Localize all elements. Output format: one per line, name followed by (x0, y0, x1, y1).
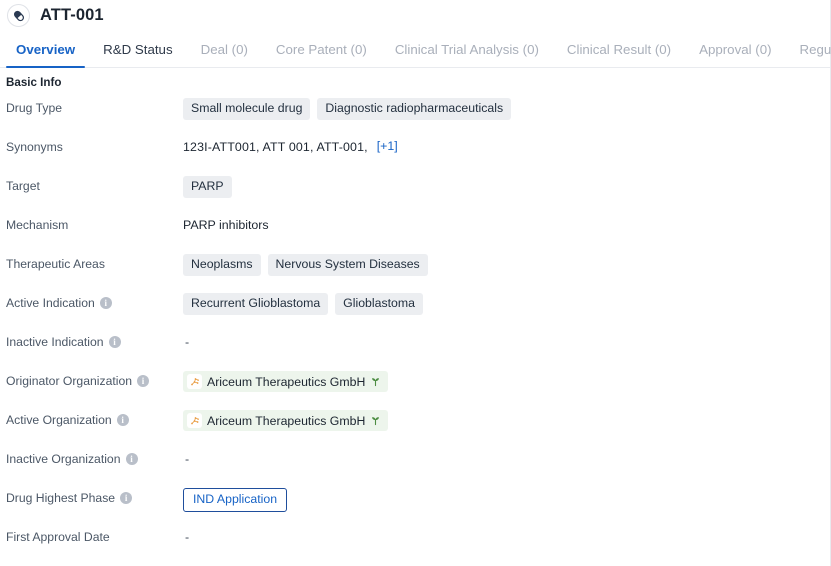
field-label-therapeutic-areas: Therapeutic Areas (0, 250, 183, 271)
sprout-icon (370, 415, 381, 426)
field-row-active-organization: Active Organization i Ariceum Therapeuti… (0, 403, 830, 442)
page-title: ATT-001 (40, 6, 104, 24)
organization-name: Ariceum Therapeutics GmbH (207, 413, 366, 428)
info-icon[interactable]: i (99, 297, 112, 309)
field-label-drug-type: Drug Type (0, 94, 183, 115)
field-row-synonyms: Synonyms 123I-ATT001, ATT 001, ATT-001, … (0, 130, 830, 169)
tab-approval[interactable]: Approval (0) (685, 31, 785, 67)
field-value-originator-organization: Ariceum Therapeutics GmbH (183, 367, 830, 392)
field-label-drug-highest-phase: Drug Highest Phase i (0, 484, 183, 505)
field-label-active-organization: Active Organization i (0, 406, 183, 427)
info-icon[interactable]: i (116, 414, 129, 426)
field-label-target: Target (0, 172, 183, 193)
tab-clinical-trial-analysis[interactable]: Clinical Trial Analysis (0) (381, 31, 553, 67)
field-label-first-approval-date: First Approval Date (0, 523, 183, 544)
field-value-synonyms: 123I-ATT001, ATT 001, ATT-001, [+1] (183, 133, 830, 155)
field-value-first-approval-date: - (183, 523, 830, 544)
field-label-text: First Approval Date (6, 530, 110, 544)
field-row-active-indication: Active Indication i Recurrent Glioblasto… (0, 286, 830, 325)
sprout-icon (370, 376, 381, 387)
field-value-active-organization: Ariceum Therapeutics GmbH (183, 406, 830, 431)
tab-core-patent[interactable]: Core Patent (0) (262, 31, 381, 67)
organization-tag[interactable]: Ariceum Therapeutics GmbH (183, 410, 389, 431)
field-label-text: Drug Highest Phase (6, 491, 116, 505)
field-label-originator-organization: Originator Organization i (0, 367, 183, 388)
field-row-drug-highest-phase: Drug Highest Phase i IND Application (0, 481, 830, 520)
info-icon[interactable]: i (120, 492, 133, 504)
field-label-text: Target (6, 179, 40, 193)
field-label-text: Synonyms (6, 140, 63, 154)
page-header: ATT-001 (0, 0, 830, 31)
field-label-text: Drug Type (6, 101, 63, 115)
field-label-text: Active Organization (6, 413, 112, 427)
field-value-inactive-indication: - (183, 328, 830, 349)
drug-detail-page: ATT-001 Overview R&D Status Deal (0) Cor… (0, 0, 831, 566)
field-value-drug-type: Small molecule drug Diagnostic radiophar… (183, 94, 830, 120)
info-icon[interactable]: i (137, 375, 149, 387)
field-label-text: Therapeutic Areas (6, 257, 105, 271)
field-value-mechanism: PARP inhibitors (183, 211, 830, 232)
tab-clinical-result[interactable]: Clinical Result (0) (553, 31, 685, 67)
overview-panel: Basic Info Drug Type Small molecule drug… (0, 68, 830, 559)
info-icon[interactable]: i (108, 336, 121, 348)
field-value-inactive-organization: - (183, 445, 830, 466)
empty-value: - (185, 530, 190, 544)
field-label-inactive-indication: Inactive Indication i (0, 328, 183, 349)
tag-item[interactable]: Diagnostic radiopharmaceuticals (317, 98, 512, 120)
field-value-target: PARP (183, 172, 830, 198)
organization-name: Ariceum Therapeutics GmbH (207, 374, 366, 389)
field-label-text: Originator Organization (6, 374, 132, 388)
field-value-active-indication: Recurrent Glioblastoma Glioblastoma (183, 289, 830, 315)
tag-item[interactable]: Glioblastoma (335, 293, 423, 315)
field-row-inactive-organization: Inactive Organization i - (0, 442, 830, 481)
tab-regulation[interactable]: Regulation (0) (786, 31, 831, 67)
field-label-inactive-organization: Inactive Organization i (0, 445, 183, 466)
field-label-text: Mechanism (6, 218, 69, 232)
field-label-active-indication: Active Indication i (0, 289, 183, 310)
tab-overview[interactable]: Overview (2, 31, 89, 68)
tab-rd-status[interactable]: R&D Status (89, 31, 186, 67)
field-row-drug-type: Drug Type Small molecule drug Diagnostic… (0, 91, 830, 130)
field-label-mechanism: Mechanism (0, 211, 183, 232)
field-row-inactive-indication: Inactive Indication i - (0, 325, 830, 364)
empty-value: - (185, 452, 190, 466)
company-logo-icon (187, 374, 202, 389)
capsule-pill-icon (7, 4, 30, 27)
field-label-text: Inactive Organization (6, 452, 121, 466)
synonyms-text: 123I-ATT001, ATT 001, ATT-001, (183, 140, 368, 154)
synonyms-more-link[interactable]: [+1] (377, 139, 398, 153)
mechanism-text: PARP inhibitors (183, 218, 269, 232)
tag-item[interactable]: Nervous System Diseases (267, 254, 428, 276)
info-icon[interactable]: i (125, 453, 138, 465)
tag-item[interactable]: Neoplasms (183, 254, 261, 276)
field-row-originator-organization: Originator Organization i Ariceum Therap… (0, 364, 830, 403)
field-row-first-approval-date: First Approval Date - (0, 520, 830, 559)
tag-item[interactable]: PARP (183, 176, 232, 198)
field-row-target: Target PARP (0, 169, 830, 208)
field-row-therapeutic-areas: Therapeutic Areas Neoplasms Nervous Syst… (0, 247, 830, 286)
section-title-basic-info: Basic Info (6, 76, 62, 89)
field-label-text: Inactive Indication (6, 335, 104, 349)
company-logo-icon (187, 413, 202, 428)
tag-item[interactable]: Small molecule drug (183, 98, 311, 120)
field-value-therapeutic-areas: Neoplasms Nervous System Diseases (183, 250, 830, 276)
tab-bar: Overview R&D Status Deal (0) Core Patent… (0, 31, 831, 68)
field-label-text: Active Indication (6, 296, 95, 310)
field-label-synonyms: Synonyms (0, 133, 183, 154)
field-value-drug-highest-phase: IND Application (183, 484, 830, 512)
organization-tag[interactable]: Ariceum Therapeutics GmbH (183, 371, 389, 392)
tab-deal[interactable]: Deal (0) (187, 31, 262, 67)
phase-badge[interactable]: IND Application (183, 488, 288, 512)
empty-value: - (185, 335, 190, 349)
tag-item[interactable]: Recurrent Glioblastoma (183, 293, 329, 315)
field-row-mechanism: Mechanism PARP inhibitors (0, 208, 830, 247)
